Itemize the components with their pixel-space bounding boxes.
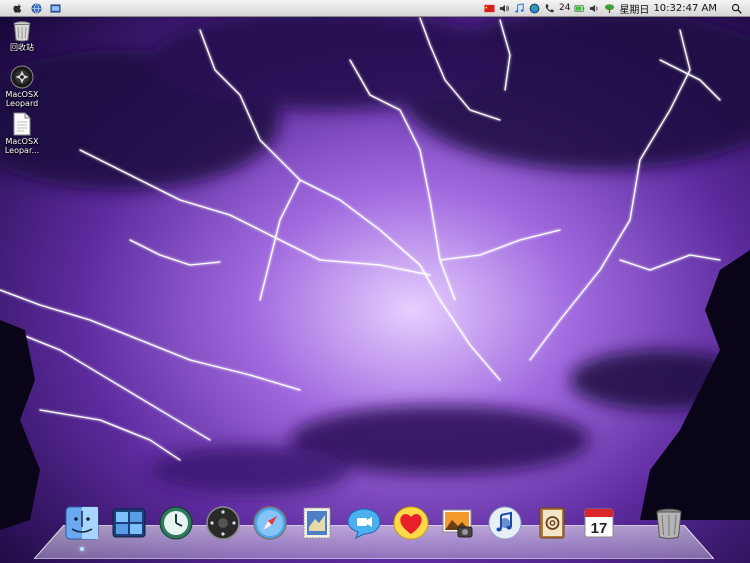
finder-icon (65, 506, 99, 540)
document-icon (13, 112, 31, 136)
itunes-icon (488, 506, 522, 540)
front-row-icon (206, 506, 240, 540)
dock-item-iphoto[interactable] (440, 505, 476, 545)
trash-icon (656, 508, 682, 539)
spotlight-search-icon[interactable] (731, 3, 742, 14)
dock-item-ical[interactable]: 17 (581, 505, 617, 545)
running-indicator (80, 547, 84, 551)
dock-item-spaces[interactable] (111, 505, 147, 545)
weather-tree-icon[interactable] (604, 3, 615, 14)
desktop-icon-leopard-disc[interactable]: MacOSX Leopard ... (2, 65, 42, 117)
heart-icon (393, 506, 429, 540)
trash-icon (13, 21, 31, 42)
volume-icon[interactable] (589, 3, 600, 14)
desktop-window-icon[interactable] (50, 3, 61, 14)
battery-level-icon[interactable] (574, 3, 585, 14)
dock-item-itunes[interactable] (487, 505, 523, 545)
dock-item-time-machine[interactable] (158, 505, 194, 545)
desktop-icon-recycle-bin[interactable]: 回收站 (2, 20, 42, 52)
china-flag-icon[interactable] (484, 3, 495, 14)
dock-item-finder[interactable] (64, 505, 100, 551)
dock-item-mail[interactable] (299, 505, 335, 545)
leopard-disc-icon (10, 65, 34, 89)
dock: 17 (64, 505, 704, 557)
dock-item-safari[interactable] (252, 505, 288, 545)
dock-item-heart-app[interactable] (393, 505, 429, 545)
mail-stamp-icon (303, 507, 331, 539)
safari-icon (253, 506, 287, 540)
browser-globe-icon[interactable] (31, 3, 42, 14)
ichat-icon (347, 508, 381, 539)
desktop-icon-label: 回收站 (10, 43, 34, 52)
address-book-icon (539, 507, 565, 539)
dock-item-trash[interactable] (651, 505, 687, 545)
dock-item-ichat[interactable] (346, 505, 382, 545)
ical-date: 17 (591, 520, 608, 537)
desktop-icon-label: MacOSX Leopar... (4, 137, 40, 155)
spaces-icon (112, 508, 146, 538)
dock-item-address-book[interactable] (534, 505, 570, 545)
apple-logo-icon[interactable] (12, 3, 23, 14)
menu-bar: 24 星期日 10:32:47 AM (0, 0, 750, 17)
music-note-icon[interactable] (514, 2, 525, 14)
time-machine-icon (159, 506, 193, 540)
dock-item-front-row[interactable] (205, 505, 241, 545)
desktop-icon-leopard-document[interactable]: MacOSX Leopar... (2, 112, 42, 155)
speaker-icon[interactable] (499, 3, 510, 14)
network-globe-icon[interactable] (529, 3, 540, 14)
desktop-wallpaper (0, 0, 750, 563)
phone-icon[interactable] (544, 3, 555, 14)
clock-time[interactable]: 10:32:47 AM (653, 3, 717, 14)
iphoto-icon (442, 509, 473, 538)
clock-day[interactable]: 星期日 (619, 1, 649, 16)
tray-badge[interactable]: 24 (559, 3, 570, 13)
ical-icon: 17 (584, 508, 614, 538)
